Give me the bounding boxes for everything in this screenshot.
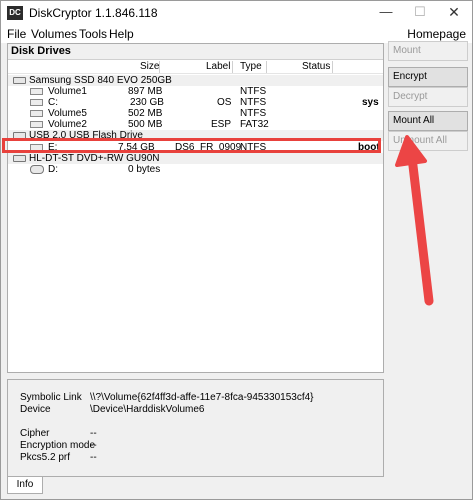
volume-icon — [30, 121, 43, 128]
app-logo-icon: DC — [7, 6, 23, 20]
info-panel: Symbolic Link \\?\Volume{62f4ff3d-affe-1… — [7, 379, 384, 477]
volume-row[interactable]: Volume5 502 MB NTFS — [8, 108, 383, 119]
volume-icon — [30, 99, 43, 106]
menu-tools[interactable]: Tools — [79, 27, 107, 41]
volume-row[interactable]: Volume2 500 MB ESP FAT32 — [8, 119, 383, 130]
disk-drives-panel: Disk Drives Size Label Type Status Samsu… — [7, 43, 384, 373]
title-bar[interactable]: DC DiskCryptor 1.1.846.118 — ☐ ✕ — [1, 1, 472, 25]
minimize-button[interactable]: — — [371, 1, 401, 25]
volume-name: Volume2 — [48, 119, 87, 130]
volume-size: 897 MB — [128, 86, 163, 97]
volume-size: 230 GB — [130, 97, 164, 108]
panel-title: Disk Drives — [11, 45, 71, 57]
volume-type: NTFS — [240, 108, 267, 119]
mount-button[interactable]: Mount — [388, 41, 468, 61]
selection-highlight — [2, 138, 381, 153]
column-status[interactable]: Status — [302, 61, 330, 72]
cd-icon — [30, 165, 44, 174]
volume-name: Volume1 — [48, 86, 87, 97]
symbolic-link-value: \\?\Volume{62f4ff3d-affe-11e7-8fca-94533… — [90, 392, 314, 403]
device-row[interactable]: HL-DT-ST DVD+-RW GU90N — [8, 153, 383, 164]
encrypt-button[interactable]: Encrypt — [388, 67, 468, 87]
volume-type: NTFS — [240, 86, 267, 97]
symbolic-link-label: Symbolic Link — [20, 392, 82, 403]
optical-drive-icon — [13, 155, 26, 162]
device-label: Device — [20, 404, 51, 415]
device-row[interactable]: Samsung SSD 840 EVO 250GB — [8, 75, 383, 86]
volume-icon — [30, 110, 43, 117]
unmount-all-button[interactable]: Unmount All — [388, 131, 468, 151]
hard-disk-icon — [13, 77, 26, 84]
app-window: DC DiskCryptor 1.1.846.118 — ☐ ✕ File Vo… — [0, 0, 473, 500]
volume-size: 0 bytes — [128, 164, 161, 175]
window-title: DiskCryptor 1.1.846.118 — [29, 6, 158, 20]
device-value: \Device\HarddiskVolume6 — [90, 404, 205, 415]
menu-volumes[interactable]: Volumes — [31, 27, 77, 41]
encryption-mode-label: Encryption mode — [20, 440, 96, 451]
volume-row[interactable]: Volume1 897 MB NTFS — [8, 86, 383, 97]
device-name: HL-DT-ST DVD+-RW GU90N — [29, 153, 160, 164]
tab-info[interactable]: Info — [7, 477, 43, 494]
volume-status: sys — [362, 97, 379, 108]
volume-size: 502 MB — [128, 108, 163, 119]
volume-size: 500 MB — [128, 119, 163, 130]
column-header: Size Label Type Status — [8, 60, 383, 74]
volume-row[interactable]: C: 230 GB OS NTFS sys — [8, 97, 383, 108]
close-button[interactable]: ✕ — [439, 1, 469, 25]
decrypt-button[interactable]: Decrypt — [388, 87, 468, 107]
device-name: Samsung SSD 840 EVO 250GB — [29, 75, 172, 86]
volume-name: D: — [48, 164, 58, 175]
volume-name: C: — [48, 97, 58, 108]
column-label[interactable]: Label — [206, 61, 230, 72]
column-type[interactable]: Type — [240, 61, 262, 72]
pkcs-value: -- — [90, 452, 97, 463]
maximize-button[interactable]: ☐ — [405, 1, 435, 25]
cipher-label: Cipher — [20, 428, 50, 439]
mount-all-button[interactable]: Mount All — [388, 111, 468, 131]
volume-type: NTFS — [240, 97, 267, 108]
pkcs-label: Pkcs5.2 prf — [20, 452, 71, 463]
volume-name: Volume5 — [48, 108, 87, 119]
volume-label: ESP — [211, 119, 232, 130]
panel-header: Disk Drives — [8, 44, 383, 60]
homepage-link[interactable]: Homepage — [407, 27, 466, 41]
menu-file[interactable]: File — [7, 27, 26, 41]
column-size[interactable]: Size — [140, 61, 159, 72]
cipher-value: -- — [90, 428, 97, 439]
volume-type: FAT32 — [240, 119, 269, 130]
volume-row[interactable]: D: 0 bytes — [8, 164, 383, 175]
volume-label: OS — [217, 97, 232, 108]
menu-help[interactable]: Help — [109, 27, 134, 41]
encryption-mode-value: -- — [90, 440, 97, 451]
volume-icon — [30, 88, 43, 95]
